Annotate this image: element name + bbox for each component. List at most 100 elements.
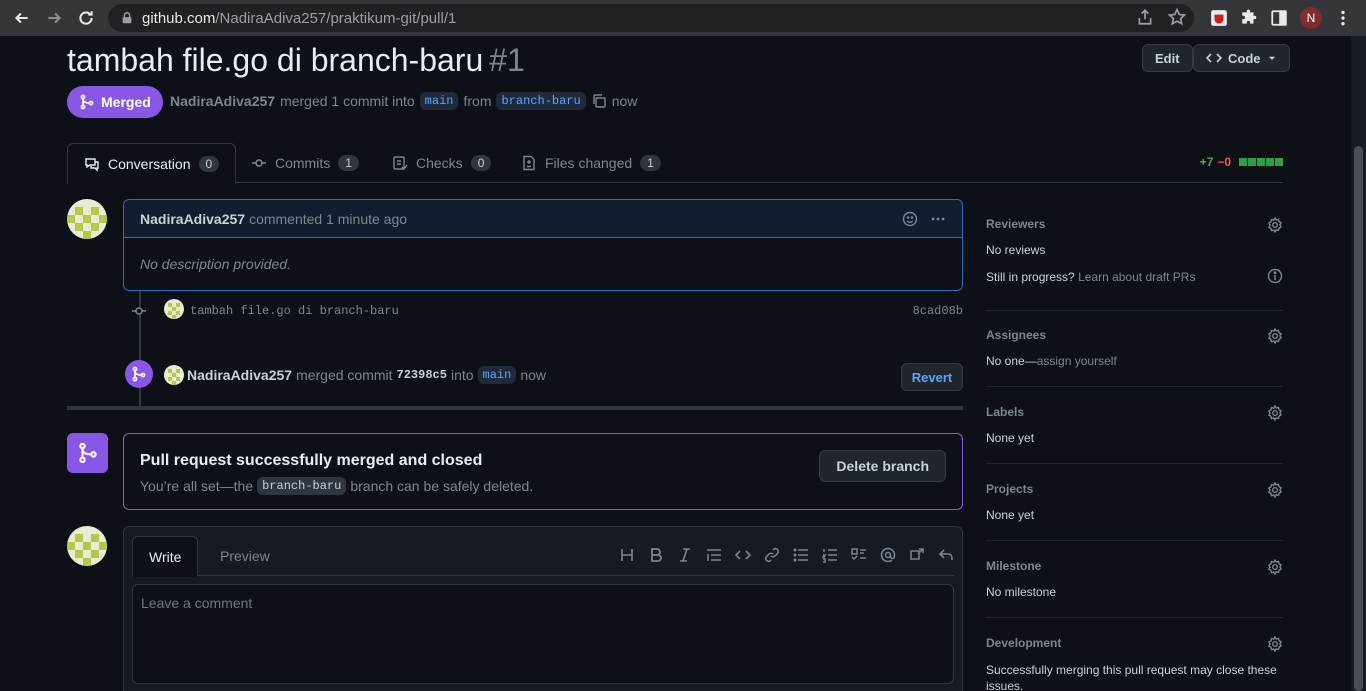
tab-counter: 0 [470, 155, 492, 171]
gear-icon[interactable] [1267, 636, 1283, 652]
sidebar-title: Assignees [986, 328, 1047, 342]
milestone-value: No milestone [986, 585, 1057, 599]
comment-body: No description provided. [140, 256, 291, 272]
bold-icon[interactable] [648, 547, 664, 563]
ordered-list-icon[interactable] [822, 547, 838, 563]
heading-icon[interactable] [619, 547, 635, 563]
share-icon[interactable] [1136, 8, 1154, 26]
pr-author-link[interactable]: NadiraAdiva257 [170, 93, 275, 109]
profile-avatar[interactable]: N [1300, 7, 1322, 29]
sidebar-development: Development Successfully merging this pu… [986, 636, 1283, 691]
tab-commits[interactable]: Commits 1 [235, 143, 375, 183]
sidebar-reviewers: Reviewers No reviews Still in progress? … [986, 217, 1283, 311]
edit-button[interactable]: Edit [1142, 44, 1193, 72]
extension-shield-icon[interactable] [1210, 9, 1228, 27]
commit-sha-link[interactable]: 8cad08b [913, 304, 963, 318]
unordered-list-icon[interactable] [793, 547, 809, 563]
sidebar-labels: Labels None yet [986, 405, 1283, 464]
quote-icon[interactable] [706, 547, 722, 563]
avatar[interactable] [67, 199, 107, 239]
merge-event: NadiraAdiva257 merged commit 72398c5 int… [187, 366, 547, 384]
pr-title-text: tambah file.go di branch-baru [67, 42, 484, 78]
italic-icon[interactable] [677, 547, 693, 563]
browser-toolbar: github.com/NadiraAdiva257/praktikum-git/… [0, 0, 1366, 36]
reply-icon[interactable] [938, 547, 954, 563]
pr-number: #1 [489, 42, 525, 78]
avatar[interactable] [164, 365, 184, 385]
status-badge: Merged [67, 86, 163, 118]
sidebar-milestone: Milestone No milestone [986, 559, 1283, 618]
copy-icon[interactable] [591, 93, 607, 109]
link-icon[interactable] [764, 547, 780, 563]
tab-write[interactable]: Write [132, 536, 199, 577]
gear-icon[interactable] [1267, 217, 1283, 233]
deletable-branch: branch-baru [257, 477, 347, 495]
labels-value: None yet [986, 431, 1035, 445]
caret-down-icon [1268, 56, 1275, 60]
sidebar-title: Projects [986, 482, 1034, 496]
merge-event-badge [125, 360, 153, 388]
browser-menu-icon[interactable] [1334, 9, 1352, 27]
side-panel-icon[interactable] [1270, 9, 1288, 27]
development-value: Successfully merging this pull request m… [986, 663, 1277, 691]
git-merge-icon [80, 94, 94, 110]
gear-icon[interactable] [1267, 482, 1283, 498]
url-text: github.com/NadiraAdiva257/praktikum-git/… [142, 9, 457, 27]
tab-checks[interactable]: Checks 0 [376, 143, 507, 183]
gear-icon[interactable] [1267, 405, 1283, 421]
timeline-divider [67, 406, 963, 410]
sidebar-title: Milestone [986, 559, 1042, 573]
comment-author[interactable]: NadiraAdiva257 [140, 211, 245, 227]
checklist-icon [393, 156, 408, 171]
cross-reference-icon[interactable] [909, 547, 925, 563]
code-button[interactable]: Code [1193, 44, 1290, 72]
draft-pr-link[interactable]: Learn about draft PRs [1078, 270, 1195, 284]
sidebar-projects: Projects None yet [986, 482, 1283, 541]
comment-discussion-icon [85, 157, 99, 172]
tab-conversation[interactable]: Conversation 0 [67, 143, 237, 184]
tab-counter: 1 [640, 155, 661, 171]
code-icon[interactable] [735, 547, 751, 563]
scrollbar-thumb[interactable] [1354, 146, 1363, 691]
reviewers-value: No reviews [986, 243, 1046, 257]
bookmark-star-icon[interactable] [1168, 8, 1186, 26]
forward-icon[interactable] [38, 2, 70, 34]
gear-icon[interactable] [1267, 559, 1283, 575]
avatar[interactable] [164, 299, 184, 319]
merge-target-branch[interactable]: main [477, 366, 517, 384]
smiley-icon[interactable] [902, 211, 918, 227]
projects-value: None yet [986, 508, 1035, 522]
head-branch[interactable]: branch-baru [496, 92, 586, 110]
extensions-puzzle-icon[interactable] [1240, 9, 1258, 27]
assignees-value: No one—assign yourself [986, 354, 1117, 368]
identicon-avatar-icon [168, 303, 180, 319]
reload-icon[interactable] [70, 2, 102, 34]
tasklist-icon[interactable] [851, 547, 867, 563]
address-bar[interactable]: github.com/NadiraAdiva257/praktikum-git/… [108, 4, 1194, 32]
diffstat: +7 −0 [1200, 155, 1283, 169]
back-icon[interactable] [6, 2, 38, 34]
merge-author-link[interactable]: NadiraAdiva257 [187, 367, 292, 383]
kebab-horizontal-icon[interactable] [930, 211, 946, 227]
assign-yourself-link[interactable]: assign yourself [1037, 354, 1117, 368]
base-branch[interactable]: main [419, 92, 459, 110]
lock-icon [122, 12, 132, 24]
avatar[interactable] [67, 526, 107, 566]
git-commit-icon [252, 159, 266, 167]
commit-message-link[interactable]: tambah file.go di branch-baru [190, 304, 399, 318]
comment-textarea[interactable]: Leave a comment [132, 584, 954, 684]
page-scrollbar[interactable] [1351, 36, 1366, 691]
identicon-avatar-icon [67, 534, 107, 566]
mention-icon[interactable] [880, 547, 896, 563]
info-icon[interactable] [1267, 268, 1283, 284]
page-title: tambah file.go di branch-baru #1 [67, 42, 525, 79]
code-icon [1206, 53, 1222, 63]
gear-icon[interactable] [1267, 328, 1283, 344]
merge-commit-sha-link[interactable]: 72398c5 [397, 368, 447, 382]
tab-files-changed[interactable]: Files changed 1 [505, 143, 677, 183]
revert-button[interactable]: Revert [901, 363, 963, 391]
tab-preview[interactable]: Preview [204, 536, 286, 576]
merged-status-icon-box [67, 433, 108, 473]
comment-timestamp: commented 1 minute ago [249, 210, 408, 227]
delete-branch-button[interactable]: Delete branch [819, 450, 946, 482]
